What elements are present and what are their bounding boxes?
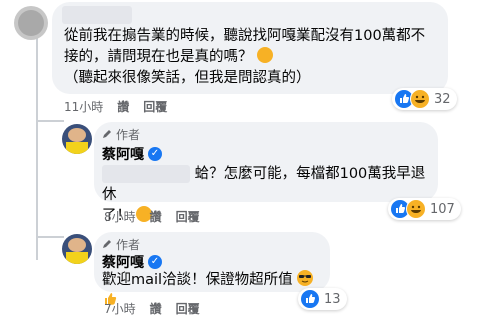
like-reaction-icon [300,289,320,309]
verified-badge-icon: ✓ [148,255,162,269]
avatar[interactable] [14,6,48,40]
haha-reaction-icon [410,89,430,109]
reaction-count: 107 [430,201,455,217]
redacted-mention [102,165,190,183]
comment-text-line: 接的，請問現在也是真的嗎？ [64,47,444,68]
comment-bubble: 從前我在搧告業的時候，聽說找阿嘎業配沒有100萬都不 接的，請問現在也是真的嗎？… [52,2,448,94]
author-tag: 作者 [116,238,141,252]
comment-meta: 7小時 讚 回覆 [104,300,200,317]
reaction-summary[interactable]: 13 [298,288,347,310]
reply-button[interactable]: 回覆 [143,98,167,115]
cool-emoji-icon [297,270,314,286]
pencil-icon [102,238,112,252]
timestamp[interactable]: 11小時 [64,98,103,115]
like-button[interactable]: 讚 [150,300,162,317]
commenter-name[interactable]: 蔡阿嘎 [102,144,144,164]
comment-text-line: 從前我在搧告業的時候，聽說找阿嘎業配沒有100萬都不 [64,28,426,44]
commenter-name[interactable]: 蔡阿嘎 [102,252,144,272]
comment-bubble: 作者 蔡阿嘎 ✓ 歡迎mail洽談！保證物超所值 [94,232,330,305]
comment-text-line: （聽起來很像笑話，但我是問認真的） [64,70,311,86]
pencil-icon [102,128,112,142]
reaction-count: 32 [434,91,451,107]
comment-meta: 8小時 讚 回覆 [104,208,200,225]
like-button[interactable]: 讚 [150,208,162,225]
reaction-count: 13 [324,291,341,307]
comment-text-line: 蛤？怎麼可能，每檔都100萬我早退休 [102,165,426,203]
timestamp[interactable]: 8小時 [104,208,136,225]
avatar[interactable] [62,234,92,264]
reply-button[interactable]: 回覆 [176,208,200,225]
reaction-summary[interactable]: 32 [392,88,457,110]
comment-bubble: 作者 蔡阿嘎 ✓ 蛤？怎麼可能，每檔都100萬我早退休 了！ [94,122,438,224]
redacted-name [62,6,132,24]
thread-line-main [36,38,38,260]
avatar[interactable] [62,124,92,154]
reply-button[interactable]: 回覆 [176,300,200,317]
verified-badge-icon: ✓ [148,147,162,161]
comment-meta: 11小時 讚 回覆 [64,98,167,115]
reaction-summary[interactable]: 107 [388,198,461,220]
like-button[interactable]: 讚 [117,98,129,115]
grin-emoji-icon [257,47,274,63]
thread-branch-1 [36,120,64,122]
timestamp[interactable]: 7小時 [104,300,136,317]
author-tag: 作者 [116,128,141,142]
haha-reaction-icon [406,199,426,219]
thread-branch-2 [36,236,64,238]
